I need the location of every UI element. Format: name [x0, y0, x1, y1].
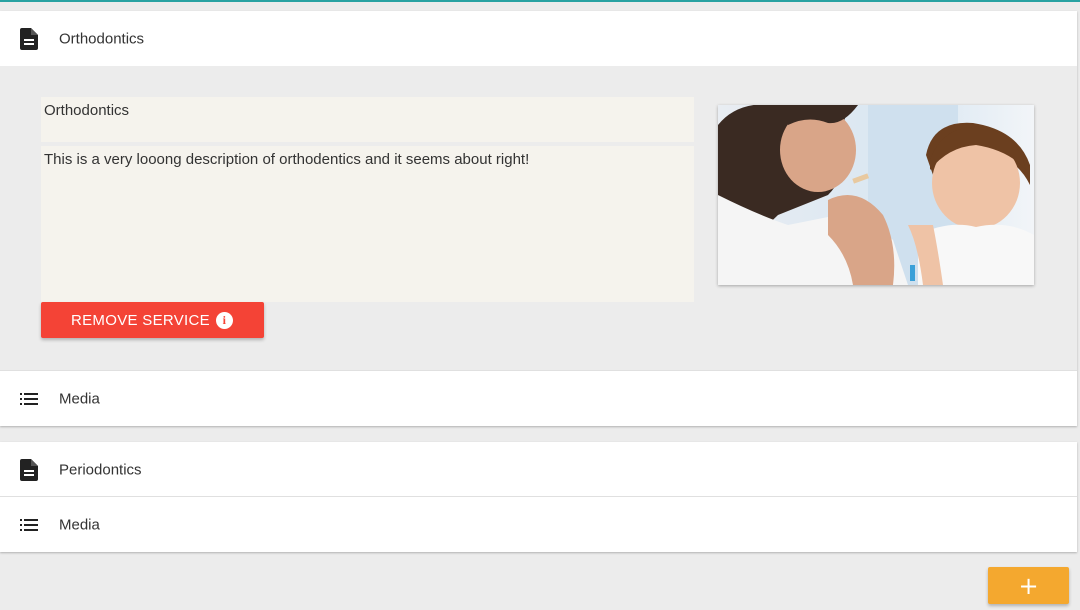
service-card-periodontics: Periodontics Media [0, 442, 1077, 552]
add-service-button[interactable]: + [988, 567, 1069, 604]
service-photo [718, 105, 1034, 285]
media-label: Media [59, 390, 100, 407]
service-title-label: Orthodontics [59, 30, 145, 47]
service-title-label: Periodontics [59, 461, 142, 478]
list-icon [19, 388, 39, 410]
list-icon [19, 514, 39, 536]
service-title-input[interactable]: Orthodontics [41, 97, 694, 142]
document-icon [19, 458, 39, 481]
document-icon [19, 27, 39, 50]
service-edit-panel: Orthodontics This is a very looong descr… [0, 66, 1077, 370]
media-label: Media [59, 516, 100, 533]
remove-service-button[interactable]: REMOVE SERVICE i [41, 302, 264, 338]
top-accent-bar [0, 0, 1080, 2]
service-header-periodontics[interactable]: Periodontics [0, 442, 1077, 497]
service-header-orthodontics[interactable]: Orthodontics [0, 11, 1077, 66]
service-card-orthodontics: Orthodontics Orthodontics This is a very… [0, 11, 1077, 426]
info-icon[interactable]: i [216, 312, 233, 329]
media-row-orthodontics[interactable]: Media [0, 371, 1077, 426]
remove-service-label: REMOVE SERVICE [71, 312, 210, 329]
media-row-periodontics[interactable]: Media [0, 497, 1077, 552]
service-description-input[interactable]: This is a very looong description of ort… [41, 146, 694, 302]
